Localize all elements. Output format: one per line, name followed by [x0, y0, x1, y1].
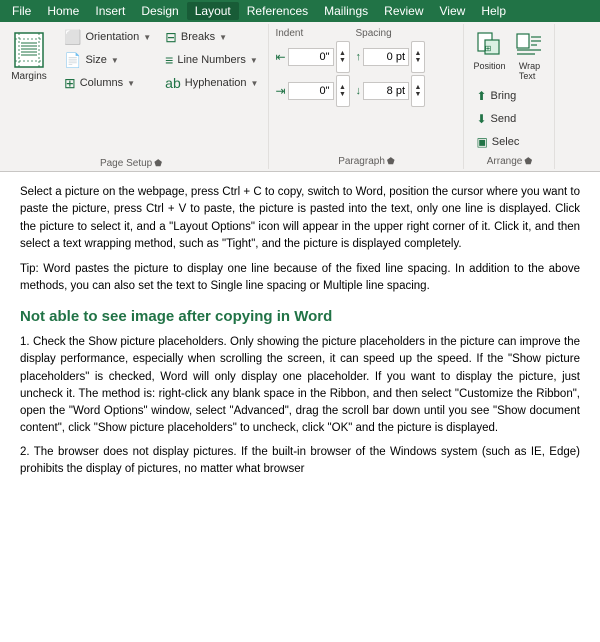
arrange-small-buttons: ⬆ Bring ⬇ Send ▣ Selec — [468, 85, 550, 153]
indent-right-input[interactable] — [288, 82, 334, 100]
doc-numbered-2: 2. The browser does not display pictures… — [20, 444, 580, 479]
columns-label: Columns — [80, 77, 123, 89]
menu-layout[interactable]: Layout — [187, 2, 239, 20]
menu-insert[interactable]: Insert — [87, 2, 133, 20]
indent-right-icon: ⇥ — [275, 84, 285, 98]
spacing-section: Spacing ↑ ▲▼ ↓ ▲▼ — [356, 28, 426, 107]
orientation-icon: ⬜ — [64, 29, 81, 46]
ribbon: Margins ⬜ Orientation ▼ 📄 Size ▼ ⊞ Colum… — [0, 22, 600, 172]
hyphenation-label: Hyphenation — [185, 77, 247, 89]
spacing-after-input[interactable] — [363, 82, 409, 100]
document-content: Select a picture on the webpage, press C… — [0, 172, 600, 642]
select-pane-icon: ▣ — [476, 135, 487, 149]
size-icon: 📄 — [64, 52, 81, 69]
select-pane-button[interactable]: ▣ Selec — [470, 131, 548, 153]
svg-text:⊞: ⊞ — [485, 44, 492, 53]
menu-review[interactable]: Review — [376, 2, 431, 20]
doc-paragraph-1: Select a picture on the webpage, press C… — [20, 184, 580, 253]
wrap-text-label: WrapText — [519, 61, 540, 81]
orientation-chevron: ▼ — [143, 33, 151, 42]
menu-mailings[interactable]: Mailings — [316, 2, 376, 20]
indent-section: Indent ⇤ ▲▼ ⇥ ▲▼ — [275, 28, 349, 107]
bring-forward-button[interactable]: ⬆ Bring — [470, 85, 548, 107]
doc-numbered-1: 1. Check the Show picture placeholders. … — [20, 334, 580, 438]
orientation-button[interactable]: ⬜ Orientation ▼ — [58, 26, 157, 48]
bring-forward-icon: ⬆ — [476, 89, 486, 103]
page-setup-expand-icon[interactable]: ⬟ — [154, 158, 162, 169]
breaks-button[interactable]: ⊟ Breaks ▼ — [159, 26, 264, 48]
page-setup-col2: ⊟ Breaks ▼ ≡ Line Numbers ▼ ab Hyphenati… — [159, 26, 264, 153]
spacing-after-icon: ↓ — [356, 85, 362, 97]
menu-help[interactable]: Help — [473, 2, 514, 20]
line-numbers-button[interactable]: ≡ Line Numbers ▼ — [159, 49, 264, 71]
paragraph-group: Indent ⇤ ▲▼ ⇥ ▲▼ — [269, 24, 464, 169]
send-backward-icon: ⬇ — [476, 112, 486, 126]
indent-label: Indent — [275, 28, 349, 39]
indent-left-spinner[interactable]: ▲▼ — [336, 41, 350, 73]
spacing-before-spinner[interactable]: ▲▼ — [411, 41, 425, 73]
arrange-label: Arrange — [487, 156, 523, 167]
menu-file[interactable]: File — [4, 2, 39, 20]
orientation-label: Orientation — [85, 31, 139, 43]
margins-icon — [11, 31, 47, 71]
paragraph-expand-icon[interactable]: ⬟ — [387, 156, 395, 167]
doc-heading: Not able to see image after copying in W… — [20, 306, 580, 329]
spacing-label: Spacing — [356, 28, 426, 39]
line-numbers-label: Line Numbers — [177, 54, 245, 66]
menu-home[interactable]: Home — [39, 2, 87, 20]
spacing-before-icon: ↑ — [356, 51, 362, 63]
spacing-before-input[interactable] — [363, 48, 409, 66]
columns-chevron: ▼ — [127, 79, 135, 88]
size-chevron: ▼ — [111, 56, 119, 65]
menu-design[interactable]: Design — [133, 2, 186, 20]
indent-right-spinner[interactable]: ▲▼ — [336, 75, 350, 107]
menu-bar: File Home Insert Design Layout Reference… — [0, 0, 600, 22]
paragraph-label: Paragraph — [338, 156, 385, 167]
size-label: Size — [85, 54, 106, 66]
send-backward-button[interactable]: ⬇ Send — [470, 108, 548, 130]
wrap-text-button[interactable]: WrapText — [510, 28, 548, 83]
hyphenation-button[interactable]: ab Hyphenation ▼ — [159, 72, 264, 94]
hyphenation-icon: ab — [165, 75, 181, 91]
spacing-after-spinner[interactable]: ▲▼ — [411, 75, 425, 107]
page-setup-label: Page Setup — [100, 158, 152, 169]
position-icon: ⊞ — [475, 30, 503, 61]
ribbon-content: Margins ⬜ Orientation ▼ 📄 Size ▼ ⊞ Colum… — [0, 22, 600, 171]
doc-paragraph-2: Tip: Word pastes the picture to display … — [20, 261, 580, 296]
size-button[interactable]: 📄 Size ▼ — [58, 49, 157, 71]
breaks-label: Breaks — [181, 31, 215, 43]
page-setup-col1: ⬜ Orientation ▼ 📄 Size ▼ ⊞ Columns ▼ — [58, 26, 157, 153]
position-label: Position — [473, 61, 505, 71]
margins-label: Margins — [11, 71, 47, 82]
select-pane-label: Selec — [492, 136, 520, 148]
arrange-expand-icon[interactable]: ⬟ — [524, 156, 532, 167]
margins-button[interactable]: Margins — [4, 26, 54, 86]
wrap-text-icon — [515, 30, 543, 61]
menu-view[interactable]: View — [432, 2, 474, 20]
menu-references[interactable]: References — [239, 2, 316, 20]
indent-left-input[interactable] — [288, 48, 334, 66]
page-setup-group: Margins ⬜ Orientation ▼ 📄 Size ▼ ⊞ Colum… — [0, 24, 269, 169]
breaks-chevron: ▼ — [219, 33, 227, 42]
line-numbers-chevron: ▼ — [250, 56, 258, 65]
breaks-icon: ⊟ — [165, 29, 177, 46]
columns-icon: ⊞ — [64, 75, 76, 92]
arrange-group: ⊞ Position — [464, 24, 555, 169]
send-backward-label: Send — [491, 113, 517, 125]
hyphenation-chevron: ▼ — [251, 79, 259, 88]
line-numbers-icon: ≡ — [165, 52, 173, 68]
bring-forward-label: Bring — [491, 90, 517, 102]
position-button[interactable]: ⊞ Position — [470, 28, 508, 83]
indent-left-icon: ⇤ — [275, 50, 285, 64]
columns-button[interactable]: ⊞ Columns ▼ — [58, 72, 157, 94]
